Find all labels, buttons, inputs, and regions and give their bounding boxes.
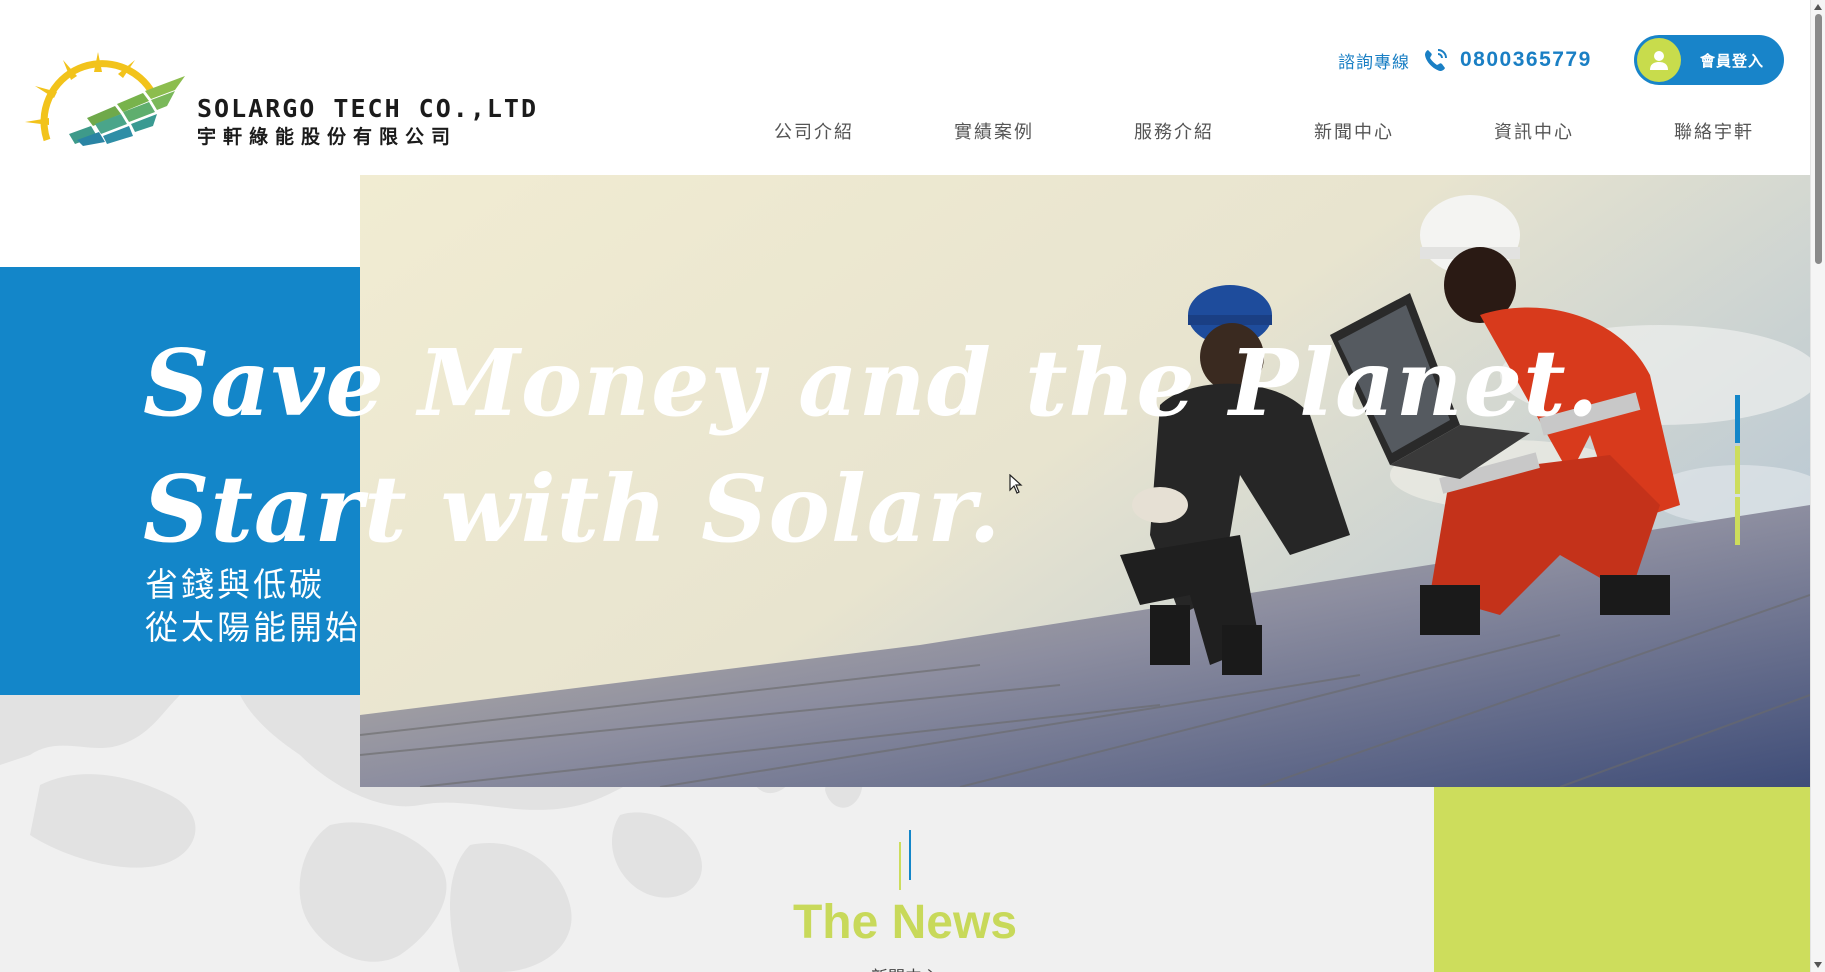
news-accent-lines-icon — [899, 830, 911, 890]
mouse-cursor-icon — [1009, 474, 1023, 494]
member-login-button[interactable]: 會員登入 — [1634, 35, 1784, 85]
hero-subtitle: 省錢與低碳 從太陽能開始 — [145, 563, 361, 649]
brand-name-en: SOLARGO TECH CO.,LTD — [197, 94, 539, 123]
slide-indicator-2[interactable] — [1735, 446, 1740, 494]
nav-info-center[interactable]: 資訊中心 — [1494, 118, 1574, 144]
brand-name-zh: 宇軒綠能股份有限公司 — [197, 126, 458, 148]
hero-slide-indicators — [1735, 395, 1741, 548]
scrollbar-thumb[interactable] — [1815, 14, 1822, 264]
scroll-up-arrow-icon[interactable] — [1814, 4, 1822, 10]
hotline-label: 諮詢專線 — [1338, 52, 1410, 73]
user-icon — [1637, 38, 1681, 82]
hero-subtitle-line2: 從太陽能開始 — [145, 608, 361, 647]
news-section-subtitle: 新聞中心 — [790, 963, 1020, 972]
login-label: 會員登入 — [1700, 51, 1765, 70]
phone-icon — [1425, 49, 1447, 71]
sun-solar-panel-logo-icon — [25, 52, 185, 146]
page-scrollbar[interactable] — [1810, 0, 1825, 972]
site-logo[interactable]: SOLARGO TECH CO.,LTD 宇軒綠能股份有限公司 — [25, 48, 536, 148]
nav-company-intro[interactable]: 公司介紹 — [774, 118, 854, 144]
hero-subtitle-line1: 省錢與低碳 — [145, 565, 325, 604]
consult-hotline[interactable]: 諮詢專線 0800365779 — [1338, 44, 1592, 76]
nav-news-center[interactable]: 新聞中心 — [1314, 118, 1394, 144]
news-section-title: The News — [792, 896, 1018, 949]
hero-headline-line2: Start with Solar. — [143, 455, 1002, 563]
hotline-number: 0800365779 — [1460, 48, 1592, 71]
nav-services[interactable]: 服務介紹 — [1134, 118, 1214, 144]
hero-headline: Save Money and the Planet. Start with So… — [143, 320, 1600, 572]
slide-indicator-3[interactable] — [1735, 497, 1740, 545]
slide-indicator-1[interactable] — [1735, 395, 1740, 443]
nav-case-studies[interactable]: 實績案例 — [954, 118, 1034, 144]
green-accent-block — [1434, 787, 1810, 972]
hero-headline-line1: Save Money and the Planet. — [143, 329, 1600, 437]
nav-contact[interactable]: 聯絡宇軒 — [1674, 118, 1754, 144]
scroll-down-arrow-icon[interactable] — [1814, 962, 1822, 968]
